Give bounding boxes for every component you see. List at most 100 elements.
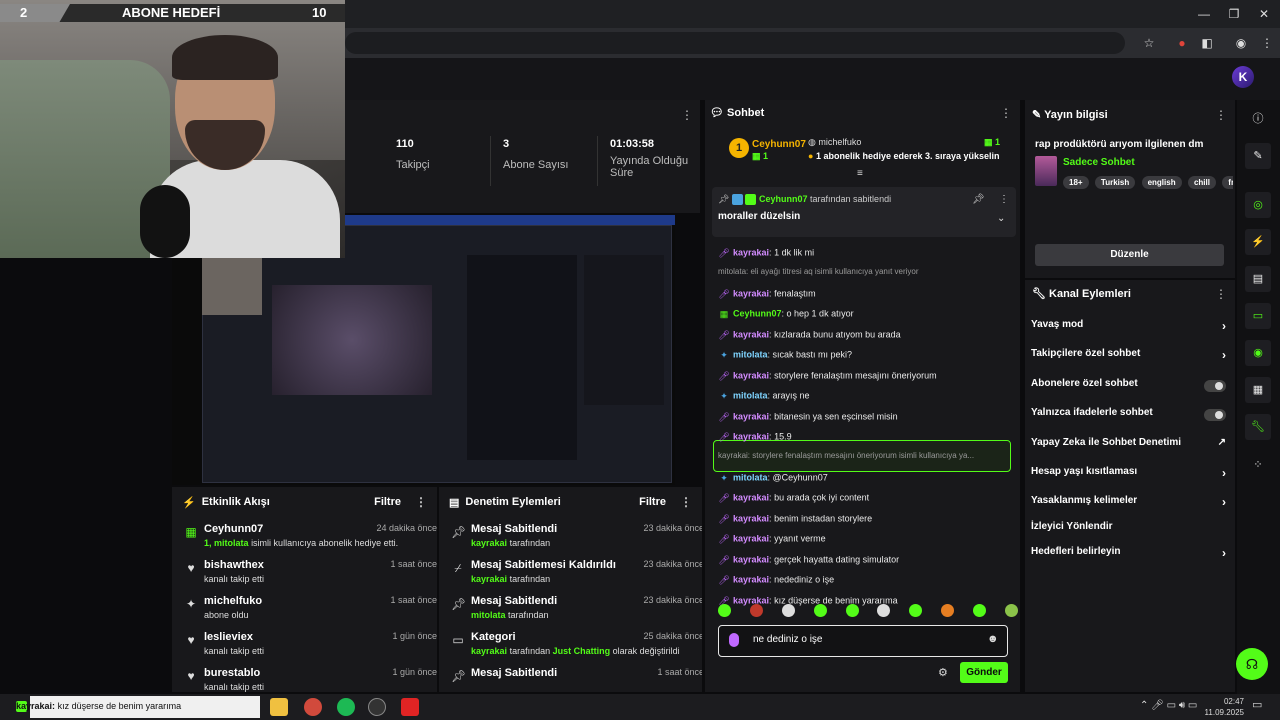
maximize-icon[interactable]: ❐ [1226, 6, 1242, 22]
channel-action-item[interactable]: Yalnızca ifadelerle sohbet [1031, 407, 1226, 425]
chat-username[interactable]: kayrakai [733, 574, 769, 584]
apps-icon[interactable]: ⁘ [1245, 452, 1271, 478]
channel-action-item[interactable]: Yasaklanmış kelimeler › [1031, 495, 1226, 513]
pin-toggle-icon[interactable]: 📌︎ [972, 194, 985, 205]
chat-message[interactable]: ✦ mitolata: sıcak bastı mı peki? [718, 349, 1018, 367]
emote-icon[interactable] [909, 604, 923, 617]
chat-username[interactable]: Ceyhunn07 [733, 308, 782, 318]
settings-gear-icon[interactable]: ⚙ [938, 666, 948, 679]
chat-username[interactable]: kayrakai [733, 288, 769, 298]
tag[interactable]: english [1141, 176, 1182, 189]
chat-username[interactable]: kayrakai [733, 554, 769, 564]
system-tray[interactable]: ⌃ 🎤︎ ▭ 🔊︎ ▭ [1140, 700, 1197, 711]
chat-username[interactable]: kayrakai [733, 411, 769, 421]
emote-icon[interactable] [941, 604, 955, 617]
info-icon[interactable]: ⓘ [1245, 106, 1271, 132]
emote-icon[interactable] [845, 604, 859, 617]
chat-message[interactable]: 🎤︎ kayrakai: storylere fenalaştım mesajın… [718, 370, 1018, 388]
chat-username[interactable]: kayrakai [733, 533, 769, 543]
chat-message[interactable]: 🎤︎ kayrakai: fenalaştım [718, 288, 1018, 306]
layout-icon[interactable]: ▦ [1245, 377, 1271, 403]
chat-menu-icon[interactable]: ⋮ [1000, 106, 1012, 120]
browser-menu-icon[interactable]: ⋮ [1258, 34, 1276, 52]
chat-username[interactable]: mitolata [733, 390, 768, 400]
bookmark-star-icon[interactable]: ☆ [1140, 34, 1158, 52]
emote-icon[interactable] [1004, 604, 1018, 617]
spotify-icon[interactable] [337, 698, 355, 716]
chat-message[interactable]: 🎤︎ kayrakai: 1 dk lik mi [718, 247, 1018, 265]
expand-icon[interactable]: ≡ [857, 168, 863, 179]
channel-action-item[interactable]: Hedefleri belirleyin › [1031, 546, 1226, 564]
channel-action-item[interactable]: İzleyici Yönlendir [1031, 521, 1226, 539]
chrome-icon[interactable] [304, 698, 322, 716]
moderation-menu-icon[interactable]: ⋮ [680, 495, 692, 509]
emote-icon[interactable] [877, 604, 891, 617]
chat-message[interactable]: 🎤︎ kayrakai: bu arada çok iyi content [718, 492, 1018, 510]
close-icon[interactable]: ✕ [1256, 6, 1272, 22]
tag[interactable]: Turkish [1094, 176, 1136, 189]
channel-action-item[interactable]: Abonelere özel sohbet [1031, 378, 1226, 396]
activity-filter-button[interactable]: Filtre [374, 496, 401, 508]
chat-message[interactable]: 🎤︎ kayrakai: 15.9 [718, 431, 1018, 449]
notification-center-icon[interactable]: ▭ [1252, 698, 1262, 711]
chat-input[interactable]: ne dediniz o işe ☻ [718, 625, 1008, 657]
chat-message[interactable]: ✦ mitolata: arayış ne [718, 390, 1018, 408]
stream-category[interactable]: Sadece Sohbet [1063, 157, 1135, 168]
extension-icon[interactable]: ● [1173, 34, 1191, 52]
chat-message[interactable]: ✦ mitolata: @Ceyhunn07 [718, 472, 1018, 490]
document-icon[interactable]: ▤ [1245, 266, 1271, 292]
stream-info-menu-icon[interactable]: ⋮ [1215, 108, 1227, 122]
gift-promo[interactable]: ● 1 abonelik hediye ederek 3. sıraya yük… [808, 151, 1000, 161]
minimize-icon[interactable]: — [1196, 6, 1212, 22]
emote-icon[interactable] [973, 604, 986, 617]
top-gifter-name[interactable]: Ceyhunn07 [752, 139, 806, 150]
broadcast-icon[interactable]: ◉ [1245, 340, 1271, 366]
chat-username[interactable]: kayrakai [733, 370, 769, 380]
url-input[interactable] [345, 32, 1125, 54]
kick-logo-icon[interactable]: K [1232, 66, 1254, 88]
pencil-icon[interactable]: ✎ [1245, 143, 1271, 169]
channel-action-item[interactable]: Takipçilere özel sohbet › [1031, 348, 1226, 366]
tag[interactable]: chill [1187, 176, 1216, 189]
chat-message[interactable]: 🎤︎ kayrakai: gerçek hayatta dating simula… [718, 554, 1018, 572]
app-icon[interactable] [401, 698, 419, 716]
tag[interactable]: 18+ [1063, 176, 1089, 189]
chat-username[interactable]: kayrakai [733, 329, 769, 339]
emote-icon[interactable] [813, 604, 827, 617]
tag[interactable]: fr [1222, 176, 1233, 189]
chat-message[interactable]: ▦ Ceyhunn07: o hep 1 dk atıyor [718, 308, 1018, 326]
chat-username[interactable]: mitolata [733, 472, 768, 482]
chat-username[interactable]: kayrakai [733, 431, 769, 441]
support-headset-icon[interactable]: ☊ [1236, 648, 1268, 680]
moderation-filter-button[interactable]: Filtre [639, 496, 666, 508]
chat-input-text[interactable]: ne dediniz o işe [753, 634, 823, 645]
toggle-switch[interactable] [1204, 380, 1226, 392]
chevron-down-icon[interactable]: ⌄ [997, 213, 1005, 224]
chat-message[interactable]: 🎤︎ kayrakai: nedediniz o işe [718, 574, 1018, 592]
file-explorer-icon[interactable] [270, 698, 288, 716]
toggle-switch[interactable] [1204, 409, 1226, 421]
wrench-icon[interactable]: 🔧︎ [1245, 414, 1271, 440]
profile-avatar-icon[interactable]: ◉ [1232, 34, 1250, 52]
emote-icon[interactable] [781, 604, 795, 617]
lightning-icon[interactable]: ⚡ [1245, 229, 1271, 255]
emoji-icon[interactable]: ☻ [987, 633, 999, 645]
channel-action-item[interactable]: Yavaş mod › [1031, 319, 1226, 337]
chat-username[interactable]: kayrakai [733, 513, 769, 523]
activity-menu-icon[interactable]: ⋮ [415, 495, 427, 509]
channel-action-item[interactable]: Hesap yaşı kısıtlaması › [1031, 466, 1226, 484]
chat-message[interactable]: 🎤︎ kayrakai: kızlarada bunu atıyom bu ara… [718, 329, 1018, 347]
emote-icon[interactable] [749, 604, 763, 617]
chat-icon[interactable]: ▭ [1245, 303, 1271, 329]
send-button[interactable]: Gönder [960, 662, 1008, 683]
reply-indicator[interactable]: mitolata: eli ayağı titresi aq isimli ku… [718, 267, 1018, 276]
chat-username[interactable]: kayrakai [733, 247, 769, 257]
reply-indicator[interactable]: kayrakai: storylere fenalaştım mesajını … [718, 451, 1018, 460]
clock[interactable]: 02:47 11.09.2025 [1200, 696, 1244, 718]
channel-actions-menu-icon[interactable]: ⋮ [1215, 287, 1227, 301]
obs-icon[interactable] [368, 698, 386, 716]
chat-username[interactable]: mitolata [733, 349, 768, 359]
edit-stream-button[interactable]: Düzenle [1035, 244, 1224, 266]
stats-menu-icon[interactable]: ⋮ [681, 108, 693, 122]
channel-action-item[interactable]: Yapay Zeka ile Sohbet Denetimi ↗ [1031, 437, 1226, 455]
